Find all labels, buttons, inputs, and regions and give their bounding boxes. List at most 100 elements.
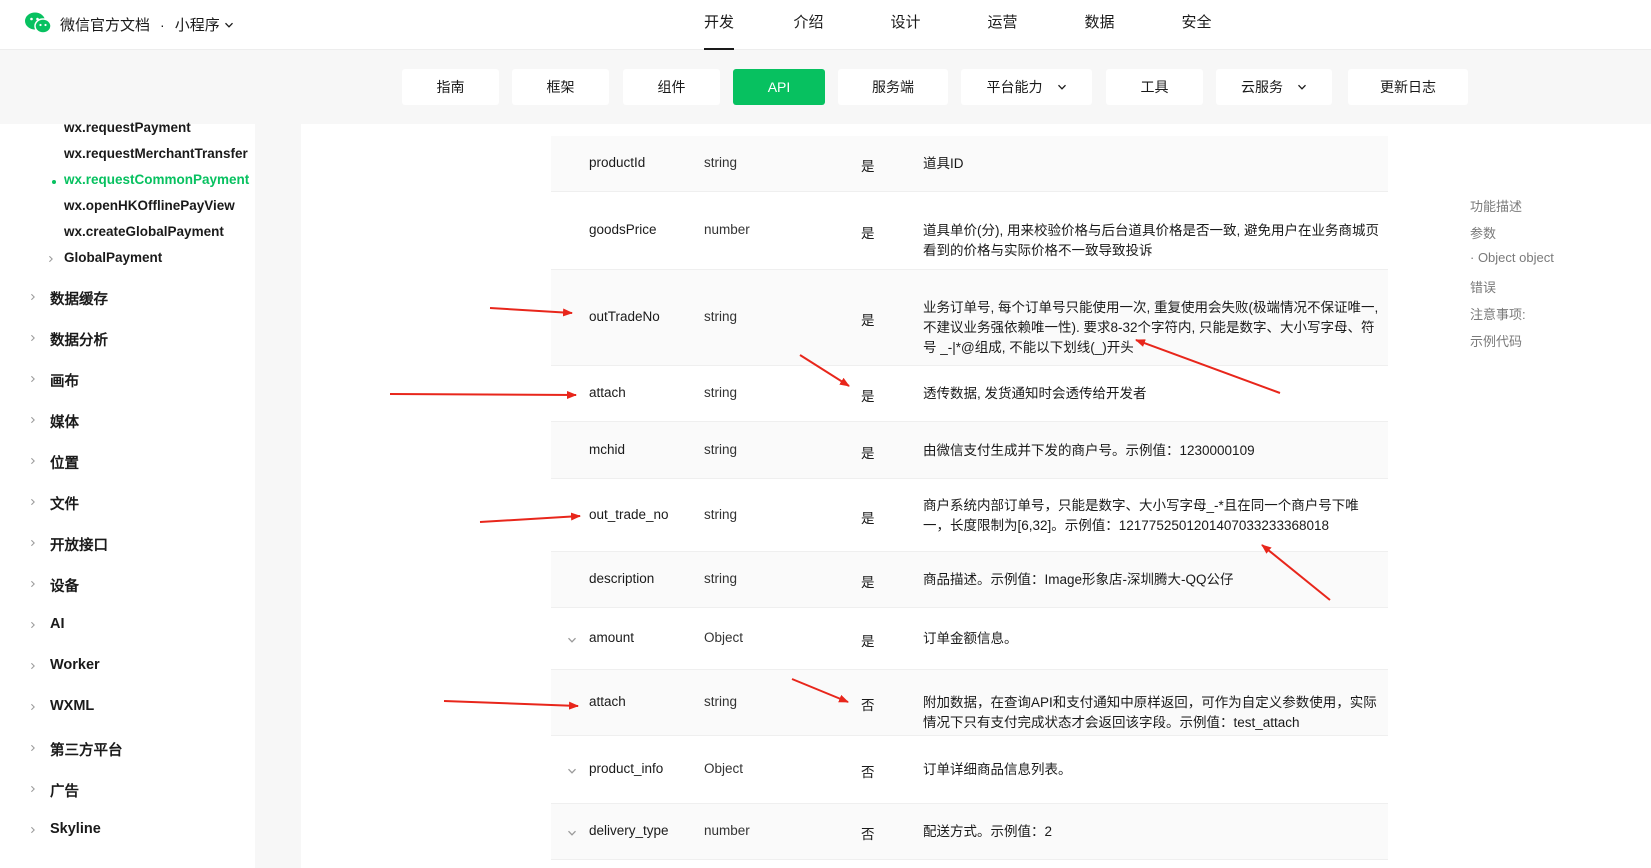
sidebar-category[interactable]: 第三方平台 (50, 739, 123, 760)
param-required: 是 (861, 575, 875, 590)
top-nav-item[interactable]: 开发 (680, 0, 760, 50)
active-bullet-icon (52, 180, 56, 184)
sidebar-category[interactable]: 设备 (50, 575, 79, 596)
subnav-tab[interactable]: 服务端 (838, 69, 948, 105)
subnav-tab[interactable]: 云服务 (1216, 69, 1332, 105)
chevron-down-icon[interactable] (567, 828, 577, 838)
toc-item[interactable]: 功能描述 (1470, 196, 1522, 215)
sidebar-item[interactable]: wx.requestPayment (64, 120, 191, 135)
sidebar-category[interactable]: 文件 (50, 493, 79, 514)
subnav-tab[interactable]: 平台能力 (961, 69, 1092, 105)
param-type: number (704, 823, 750, 838)
toc-item[interactable]: 示例代码 (1470, 331, 1522, 350)
param-required: 是 (861, 226, 875, 241)
table-row: goodsPrice number 是 道具单价(分), 用来校验价格与后台道具价格是… (551, 192, 1388, 270)
param-required: 是 (861, 159, 875, 174)
param-type: string (704, 571, 738, 586)
sidebar-category[interactable]: 画布 (50, 370, 79, 391)
param-type: string (704, 506, 738, 522)
chevron-right-icon (31, 539, 35, 547)
params-table: productId string 是道具ID goodsPrice number 是道具单… (551, 124, 1388, 868)
param-description: 订单详细商品信息列表。 (923, 762, 1072, 777)
product-switcher[interactable]: 小程序 (175, 14, 234, 35)
chevron-right-icon (31, 621, 35, 629)
param-required: 是 (861, 510, 875, 526)
sidebar-category[interactable]: 数据分析 (50, 329, 108, 350)
subnav-tab[interactable]: 组件 (623, 69, 720, 105)
param-name: mchid (589, 441, 626, 457)
param-required: 是 (861, 313, 875, 328)
top-bar: 微信官方文档 · 小程序 开发 介绍 设计 运营 数据 安全 (0, 0, 1651, 50)
sidebar-category[interactable]: 数据缓存 (50, 288, 108, 309)
param-required: 是 (861, 389, 875, 404)
sidebar-category[interactable]: 开放接口 (50, 534, 108, 555)
wechat-logo-icon[interactable] (24, 11, 52, 35)
sidebar-item[interactable]: wx.openHKOfflinePayView (64, 198, 235, 213)
table-row: mchid string 是 由微信支付生成并下发的商户号。示例值：123000010… (551, 422, 1388, 479)
toc-item[interactable]: 参数 (1470, 223, 1496, 242)
sidebar-item[interactable]: wx.createGlobalPayment (64, 224, 224, 239)
chevron-down-icon[interactable] (567, 766, 577, 776)
chevron-right-icon (31, 826, 35, 834)
chevron-right-icon (31, 580, 35, 588)
param-type: string (704, 309, 738, 324)
sidebar-item[interactable]: GlobalPayment (64, 250, 162, 265)
sidebar-category[interactable]: AI (50, 616, 65, 632)
sidebar-item[interactable]: wx.requestMerchantTransfer (64, 146, 248, 161)
param-type: string (704, 441, 738, 457)
param-type: string (704, 694, 738, 709)
sidebar-category[interactable]: Worker (50, 657, 100, 673)
sub-nav: 指南 框架 组件 API 服务端 平台能力 工具 云服务 更新日志 (0, 50, 1651, 124)
chevron-down-icon[interactable] (567, 635, 577, 645)
top-nav-item[interactable]: 安全 (1148, 0, 1245, 50)
top-nav-item[interactable]: 数据 (1051, 0, 1148, 50)
toc-item[interactable]: · Object object (1470, 250, 1554, 265)
param-type: Object (704, 630, 744, 645)
chevron-right-icon (49, 255, 53, 263)
sidebar-category[interactable]: 位置 (50, 452, 79, 473)
sidebar-category[interactable]: 媒体 (50, 411, 79, 432)
param-description: 业务订单号, 每个订单号只能使用一次, 重复使用会失败(极端情况不保证唯一, 不… (923, 300, 1379, 355)
param-name: goodsPrice (589, 222, 657, 237)
param-description: 商户系统内部订单号，只能是数字、大小写字母_-*且在同一个商户号下唯一，长度限制… (923, 497, 1359, 533)
chevron-right-icon (31, 662, 35, 670)
toc-item[interactable]: 错误 (1470, 277, 1496, 296)
sidebar-edge (255, 124, 301, 868)
table-row: product_info Object 否 订单详细商品信息列表。 (551, 736, 1388, 804)
top-nav-item[interactable]: 运营 (954, 0, 1051, 50)
toc-item[interactable]: 注意事项: (1470, 304, 1526, 323)
sidebar-category[interactable]: Skyline (50, 821, 101, 837)
chevron-right-icon (31, 457, 35, 465)
sidebar-category[interactable]: WXML (50, 698, 94, 714)
site-title[interactable]: 微信官方文档 (60, 14, 150, 35)
subnav-tab[interactable]: 工具 (1106, 69, 1203, 105)
subnav-tab[interactable]: 框架 (512, 69, 609, 105)
sidebar: wx.requestPayment wx.requestMerchantTrans… (0, 120, 301, 868)
chevron-right-icon (31, 744, 35, 752)
top-nav-item[interactable]: 介绍 (760, 0, 857, 50)
param-name: productId (589, 155, 646, 170)
param-name: product_info (589, 761, 664, 776)
chevron-right-icon (31, 703, 35, 711)
subnav-tab-label: 指南 (436, 79, 465, 95)
param-name: delivery_type (589, 823, 669, 838)
subnav-tab-label: 服务端 (872, 79, 914, 95)
subnav-tab[interactable]: API (733, 69, 825, 105)
table-row: description string 是 商品描述。示例值：Image形象店-深圳腾大… (551, 552, 1388, 608)
sidebar-category[interactable]: 广告 (50, 780, 79, 801)
subnav-tab[interactable]: 指南 (402, 69, 499, 105)
annotation-arrow (389, 390, 577, 399)
param-type: string (704, 155, 738, 170)
param-description: 透传数据, 发货通知时会透传给开发者 (923, 386, 1147, 401)
top-nav-item[interactable]: 设计 (857, 0, 954, 50)
chevron-right-icon (31, 498, 35, 506)
sidebar-item[interactable]: wx.requestCommonPayment (64, 172, 249, 187)
top-nav: 开发 介绍 设计 运营 数据 安全 (680, 0, 1245, 50)
subnav-tab-label: API (767, 79, 791, 95)
param-description: 订单金额信息。 (923, 631, 1018, 646)
table-row: attach string 否 附加数据，在查询API和支付通知中原样返回，可作为自定… (551, 670, 1388, 736)
subnav-tab-label: 工具 (1140, 79, 1169, 95)
chevron-right-icon (31, 375, 35, 383)
subnav-tab[interactable]: 更新日志 (1348, 69, 1468, 105)
chevron-right-icon (31, 416, 35, 424)
